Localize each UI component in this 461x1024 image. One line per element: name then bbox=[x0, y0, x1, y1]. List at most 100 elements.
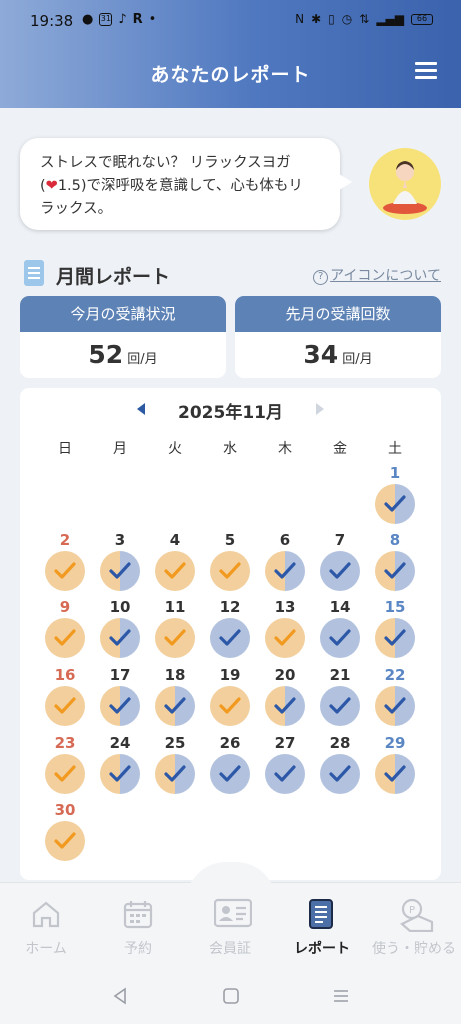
calendar-day[interactable]: 21 bbox=[312, 666, 368, 732]
this-month-label: 今月の受講状況 bbox=[20, 296, 226, 332]
about-icons-label: アイコンについて bbox=[330, 268, 441, 284]
yoga-instructor-avatar bbox=[369, 148, 441, 220]
weekday-label: 金 bbox=[333, 441, 347, 457]
day-number: 9 bbox=[59, 598, 71, 616]
attendance-calendar: 2025年11月 日月火水木金土 1 2 3 4 5 6 7 8 9 10 11 12 13 14 15 16… bbox=[20, 388, 441, 880]
day-number: 2 bbox=[59, 531, 71, 549]
weekday-label: 月 bbox=[113, 441, 127, 457]
attendance-check-icon bbox=[100, 686, 140, 726]
nav-tab-report[interactable]: レポート bbox=[276, 892, 368, 962]
nav-tab-home[interactable]: ホーム bbox=[0, 892, 92, 962]
weekday-label: 火 bbox=[168, 441, 182, 457]
advice-line-3: ラックス。 bbox=[40, 201, 113, 217]
last-month-value-row: 34 回/月 bbox=[235, 340, 441, 369]
recents-icon[interactable] bbox=[331, 986, 351, 1010]
heart-icon: ❤ bbox=[45, 178, 58, 194]
calendar-day[interactable]: 24 bbox=[92, 734, 148, 800]
last-month-card: 先月の受講回数 34 回/月 bbox=[235, 296, 441, 378]
home-square-icon[interactable] bbox=[221, 986, 241, 1010]
calendar-day[interactable]: 4 bbox=[147, 531, 203, 597]
nav-tab-points[interactable]: P 使う・貯める bbox=[368, 892, 460, 962]
calendar-day[interactable]: 23 bbox=[37, 734, 93, 800]
nav-tab-label: 予約 bbox=[124, 941, 152, 957]
calendar-day[interactable]: 29 bbox=[367, 734, 423, 800]
back-icon[interactable] bbox=[110, 986, 130, 1010]
calendar-day[interactable]: 28 bbox=[312, 734, 368, 800]
calendar-day[interactable]: 11 bbox=[147, 598, 203, 664]
attendance-check-icon bbox=[45, 551, 85, 591]
day-number: 26 bbox=[219, 734, 241, 752]
hamburger-menu-icon[interactable] bbox=[415, 62, 437, 80]
weekday-label: 水 bbox=[223, 441, 237, 457]
calendar-day[interactable]: 9 bbox=[37, 598, 93, 664]
day-number: 15 bbox=[384, 598, 406, 616]
day-number: 11 bbox=[164, 598, 186, 616]
dot-icon: • bbox=[148, 12, 157, 27]
calendar-day[interactable]: 17 bbox=[92, 666, 148, 732]
attendance-check-icon bbox=[155, 551, 195, 591]
data-icon: ⇅ bbox=[359, 12, 370, 26]
day-number: 25 bbox=[164, 734, 186, 752]
nav-tab-label: 使う・貯める bbox=[372, 941, 456, 957]
attendance-check-icon bbox=[320, 618, 360, 658]
calendar-day[interactable]: 19 bbox=[202, 666, 258, 732]
calendar-day[interactable]: 5 bbox=[202, 531, 258, 597]
calendar-day[interactable]: 30 bbox=[37, 801, 93, 867]
day-number: 24 bbox=[109, 734, 131, 752]
attendance-check-icon bbox=[100, 551, 140, 591]
status-left-icons: ● 31 ♪ R • bbox=[82, 12, 156, 27]
this-month-value-row: 52 回/月 bbox=[20, 340, 226, 369]
calendar-day[interactable]: 10 bbox=[92, 598, 148, 664]
nav-tab-member-card[interactable]: 会員証 bbox=[184, 892, 276, 962]
advice-bubble: ストレスで眠れない？ リラックスヨガ (❤1.5)で深呼吸を意識して、心も体もリ… bbox=[20, 138, 352, 230]
calendar-day[interactable]: 18 bbox=[147, 666, 203, 732]
attendance-check-icon bbox=[320, 551, 360, 591]
calendar-day[interactable]: 7 bbox=[312, 531, 368, 597]
calendar-day[interactable]: 27 bbox=[257, 734, 313, 800]
tiktok-icon: ♪ bbox=[118, 12, 127, 27]
signal-icon: ▂▄▆ bbox=[376, 12, 404, 26]
attendance-check-icon bbox=[375, 686, 415, 726]
calendar-day[interactable]: 25 bbox=[147, 734, 203, 800]
calendar-day[interactable]: 14 bbox=[312, 598, 368, 664]
calendar-day[interactable]: 8 bbox=[367, 531, 423, 597]
attendance-check-icon bbox=[320, 686, 360, 726]
day-number: 7 bbox=[334, 531, 346, 549]
nav-tab-calendar[interactable]: 予約 bbox=[92, 892, 184, 962]
calendar-day[interactable]: 1 bbox=[367, 464, 423, 530]
previous-month-arrow-icon[interactable] bbox=[137, 403, 145, 415]
calendar-day[interactable]: 16 bbox=[37, 666, 93, 732]
attendance-check-icon bbox=[155, 618, 195, 658]
day-number: 30 bbox=[54, 801, 76, 819]
calendar-day[interactable]: 15 bbox=[367, 598, 423, 664]
calendar-day[interactable]: 13 bbox=[257, 598, 313, 664]
calendar-month-label: 2025年11月 bbox=[178, 403, 283, 423]
section-title: 月間レポート bbox=[56, 266, 171, 288]
attendance-check-icon bbox=[100, 618, 140, 658]
calendar-day[interactable]: 22 bbox=[367, 666, 423, 732]
app-header: 19:38 ● 31 ♪ R • N ✱ ▯ ◷ ⇅ ▂▄▆ 66 あなたのレポ… bbox=[0, 0, 461, 108]
this-month-unit: 回/月 bbox=[127, 352, 158, 367]
about-icons-link[interactable]: ? アイコンについて bbox=[313, 265, 441, 285]
next-month-arrow-icon[interactable] bbox=[316, 403, 324, 415]
attendance-check-icon bbox=[155, 754, 195, 794]
day-number: 29 bbox=[384, 734, 406, 752]
calendar-day[interactable]: 2 bbox=[37, 531, 93, 597]
day-number: 1 bbox=[389, 464, 401, 482]
calendar-day[interactable]: 26 bbox=[202, 734, 258, 800]
status-right-icons: N ✱ ▯ ◷ ⇅ ▂▄▆ 66 bbox=[295, 12, 433, 26]
day-number: 10 bbox=[109, 598, 131, 616]
day-number: 16 bbox=[54, 666, 76, 684]
calendar-day[interactable]: 6 bbox=[257, 531, 313, 597]
bluetooth-icon: ✱ bbox=[311, 12, 322, 26]
attendance-check-icon bbox=[210, 686, 250, 726]
calendar-day[interactable]: 3 bbox=[92, 531, 148, 597]
calendar-day[interactable]: 20 bbox=[257, 666, 313, 732]
day-number: 28 bbox=[329, 734, 351, 752]
calendar-day[interactable]: 12 bbox=[202, 598, 258, 664]
last-month-unit: 回/月 bbox=[342, 352, 373, 367]
system-navigation-bar bbox=[0, 972, 461, 1024]
advice-line-2-text: 1.5)で深呼吸を意識して、心も体もリ bbox=[57, 178, 303, 194]
attendance-check-icon bbox=[265, 551, 305, 591]
attendance-check-icon bbox=[45, 821, 85, 861]
